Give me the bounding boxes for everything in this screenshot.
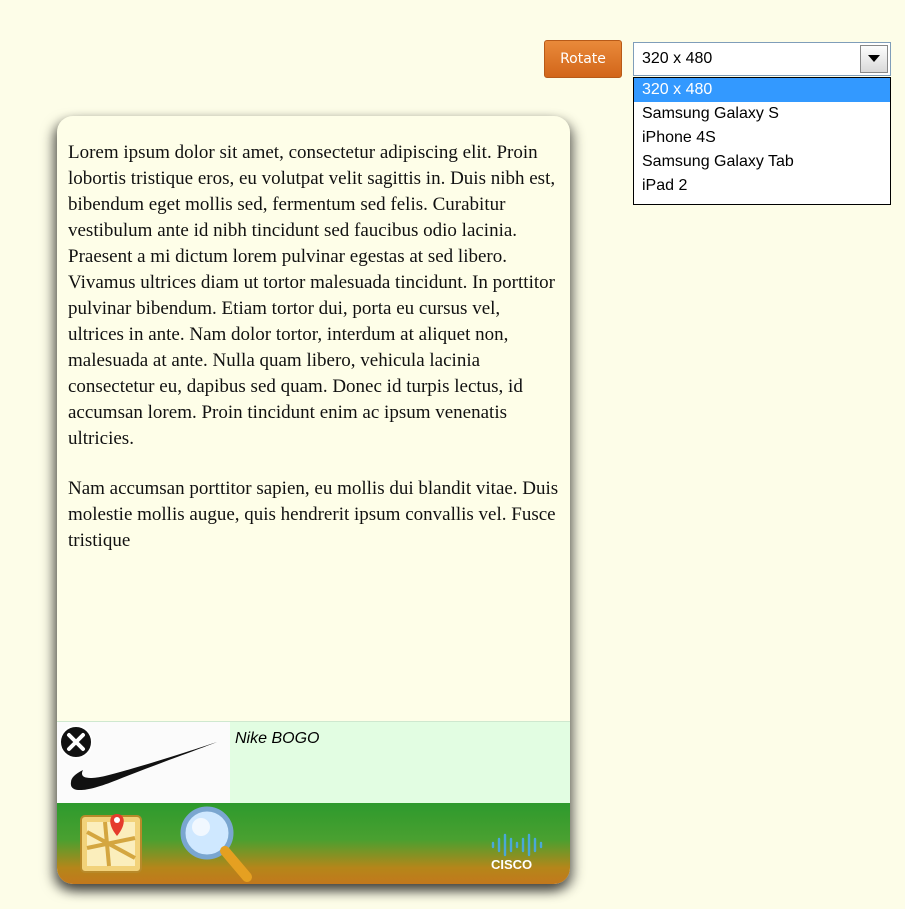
device-size-select[interactable]: 320 x 480 bbox=[633, 42, 891, 76]
device-preview-frame: Lorem ipsum dolor sit amet, consectetur … bbox=[57, 116, 570, 884]
ad-banner[interactable]: Nike BOGO bbox=[57, 721, 570, 804]
dropdown-option-ipad-2[interactable]: iPad 2 bbox=[634, 174, 890, 198]
search-icon[interactable] bbox=[173, 803, 257, 883]
device-size-selected-value: 320 x 480 bbox=[642, 50, 713, 67]
close-icon[interactable] bbox=[59, 725, 93, 759]
bottom-toolbar: CISCO bbox=[57, 803, 570, 884]
chevron-down-icon[interactable] bbox=[860, 45, 888, 73]
device-size-dropdown: 320 x 480 Samsung Galaxy S iPhone 4S Sam… bbox=[633, 77, 891, 205]
dropdown-option-samsung-galaxy-s[interactable]: Samsung Galaxy S bbox=[634, 102, 890, 126]
cisco-logo: CISCO bbox=[491, 833, 543, 872]
svg-text:CISCO: CISCO bbox=[491, 857, 532, 872]
ad-text[interactable]: Nike BOGO bbox=[235, 730, 319, 748]
map-icon[interactable] bbox=[79, 808, 143, 876]
article-paragraph: Lorem ipsum dolor sit amet, consectetur … bbox=[68, 142, 556, 449]
dropdown-option-samsung-galaxy-tab[interactable]: Samsung Galaxy Tab bbox=[634, 150, 890, 174]
dropdown-option-iphone-4s[interactable]: iPhone 4S bbox=[634, 126, 890, 150]
article-content: Lorem ipsum dolor sit amet, consectetur … bbox=[68, 140, 560, 578]
rotate-button[interactable]: Rotate bbox=[544, 40, 622, 78]
dropdown-option-320x480[interactable]: 320 x 480 bbox=[634, 78, 890, 102]
article-paragraph: Nam accumsan porttitor sapien, eu mollis… bbox=[68, 478, 559, 551]
